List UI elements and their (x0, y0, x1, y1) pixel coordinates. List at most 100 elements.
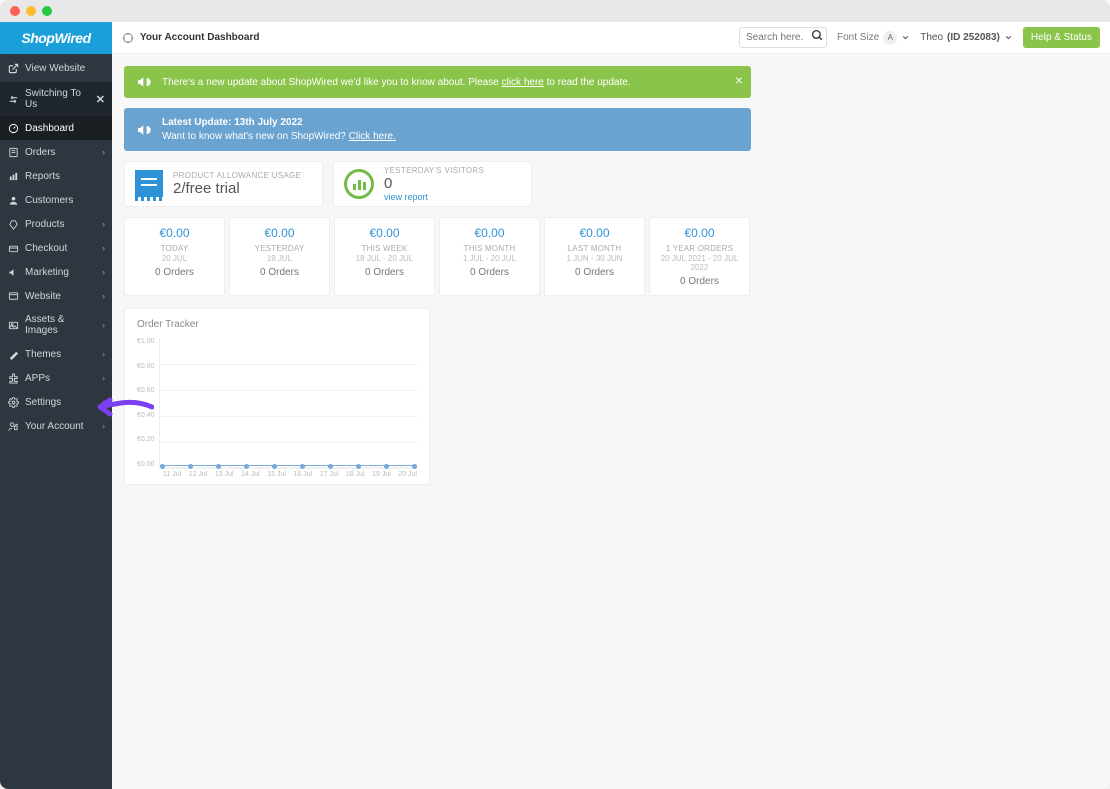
data-point (272, 464, 277, 469)
chevron-right-icon: › (102, 219, 105, 229)
data-point (160, 464, 165, 469)
nav-item-customers[interactable]: Customers (0, 188, 112, 212)
data-point (244, 464, 249, 469)
banner-update-link[interactable]: click here (502, 77, 544, 88)
nav-item-apps[interactable]: APPs› (0, 366, 112, 390)
user-menu[interactable]: Theo (ID 252083) (920, 32, 1013, 43)
stat-orders: 0 Orders (549, 267, 640, 278)
stat-card: €0.00THIS WEEK18 JUL - 20 JUL0 Orders (334, 217, 435, 296)
banner-latest: Latest Update: 13th July 2022 Want to kn… (124, 108, 751, 151)
search-wrap (739, 27, 827, 48)
chevron-down-icon (901, 33, 910, 42)
data-point (188, 464, 193, 469)
search-button[interactable] (811, 29, 824, 42)
nav-item-reports[interactable]: Reports (0, 164, 112, 188)
x-tick: 14 Jul (241, 471, 260, 478)
nav-item-label: Products (25, 219, 96, 230)
card-visitors-label: YESTERDAY'S VISITORS (384, 166, 484, 175)
window-minimize-dot[interactable] (26, 6, 36, 16)
nav-item-settings[interactable]: Settings› (0, 390, 112, 414)
window-close-dot[interactable] (10, 6, 20, 16)
card-allowance-value: 2/free trial (173, 180, 301, 197)
nav-item-themes[interactable]: Themes › (0, 342, 112, 366)
x-tick: 13 Jul (215, 471, 234, 478)
target-icon (122, 32, 134, 44)
dashboard-icon (7, 122, 19, 134)
chevron-right-icon: › (102, 320, 105, 330)
stat-card: €0.00 TODAY20 JUL 0 Orders (124, 217, 225, 296)
main: Your Account Dashboard Font Size A (112, 22, 1110, 789)
nav-item-orders[interactable]: Orders› (0, 140, 112, 164)
card-allowance: PRODUCT ALLOWANCE USAGE 2/free trial (124, 161, 323, 207)
logo-block[interactable]: ShopWired (0, 22, 112, 54)
nav-item-dashboard[interactable]: Dashboard (0, 116, 112, 140)
chart-title: Order Tracker (137, 319, 417, 330)
brand-logo: ShopWired (21, 30, 90, 46)
nav-item-checkout[interactable]: Checkout› (0, 236, 112, 260)
browser-window: ShopWired View Website Switching To Us ✕… (0, 0, 1110, 789)
card-visitors-link[interactable]: view report (384, 192, 484, 202)
banner-update-text: There's a new update about ShopWired we'… (162, 77, 631, 88)
stat-range: 1 JUN - 30 JUN (549, 254, 640, 263)
data-point (412, 464, 417, 469)
assets-icon (7, 319, 19, 331)
stat-range: 1 JUL - 20 JUL (444, 254, 535, 263)
stat-orders: 0 Orders (129, 267, 220, 278)
website-icon (7, 290, 19, 302)
content: There's a new update about ShopWired we'… (112, 54, 1110, 789)
products-icon (7, 218, 19, 230)
stat-card: €0.001 YEAR ORDERS20 JUL 2021 - 20 JUL 2… (649, 217, 750, 296)
nav-item-assets[interactable]: Assets & Images› (0, 308, 112, 342)
stat-range: 20 JUL 2021 - 20 JUL 2022 (654, 254, 745, 272)
chart-icon (344, 169, 374, 199)
nav-item-account[interactable]: Your Account› (0, 414, 112, 438)
chart-card: Order Tracker €1.00€0.80€0.60€0.40€0.20€… (124, 308, 430, 485)
chevron-right-icon: › (102, 267, 105, 277)
nav-item-label: Dashboard (25, 123, 105, 134)
nav-item-label: Themes (25, 349, 96, 360)
window-zoom-dot[interactable] (42, 6, 52, 16)
stat-label: TODAY (129, 244, 220, 253)
y-tick: €1.00 (137, 338, 155, 345)
banner-close-button[interactable]: × (735, 72, 743, 88)
nav-item-marketing[interactable]: Marketing› (0, 260, 112, 284)
stat-orders: 0 Orders (444, 267, 535, 278)
data-point (216, 464, 221, 469)
nav-item-products[interactable]: Products › (0, 212, 112, 236)
app-frame: ShopWired View Website Switching To Us ✕… (0, 22, 1110, 789)
x-tick: 18 Jul (346, 471, 365, 478)
y-tick: €0.60 (137, 387, 155, 394)
nav-item-website[interactable]: Website› (0, 284, 112, 308)
chevron-right-icon: › (102, 147, 105, 157)
nav-item-label: Customers (25, 195, 105, 206)
stat-range: 20 JUL (129, 254, 220, 263)
nav-item-label: APPs (25, 373, 96, 384)
chevron-right-icon: › (102, 243, 105, 253)
nav-switching[interactable]: Switching To Us ✕ (0, 82, 112, 116)
help-status-button[interactable]: Help & Status (1023, 27, 1100, 48)
y-tick: €0.80 (137, 363, 155, 370)
customers-icon (7, 194, 19, 206)
chevron-right-icon: › (102, 349, 105, 359)
stat-amount: €0.00 (234, 226, 325, 240)
stat-card: €0.00YESTERDAY19 JUL0 Orders (229, 217, 330, 296)
nav-list: Dashboard Orders›Reports Customers Products… (0, 116, 112, 438)
stat-orders: 0 Orders (234, 267, 325, 278)
data-point (328, 464, 333, 469)
y-tick: €0.00 (137, 461, 155, 468)
search-icon (811, 29, 824, 42)
stat-label: 1 YEAR ORDERS (654, 244, 745, 253)
swap-icon (7, 93, 19, 105)
nav-view-website[interactable]: View Website (0, 54, 112, 82)
x-tick: 20 Jul (398, 471, 417, 478)
stat-label: THIS MONTH (444, 244, 535, 253)
font-size-control[interactable]: Font Size A (837, 31, 910, 45)
close-icon[interactable]: ✕ (96, 93, 105, 106)
x-tick: 11 Jul (163, 471, 181, 478)
chart-y-axis: €1.00€0.80€0.60€0.40€0.20€0.00 (137, 338, 159, 468)
sidebar: ShopWired View Website Switching To Us ✕… (0, 22, 112, 789)
x-tick: 15 Jul (267, 471, 286, 478)
stat-amount: €0.00 (129, 226, 220, 240)
banner-latest-link[interactable]: Click here. (349, 131, 396, 142)
chart-area: €1.00€0.80€0.60€0.40€0.20€0.00 (137, 338, 417, 468)
